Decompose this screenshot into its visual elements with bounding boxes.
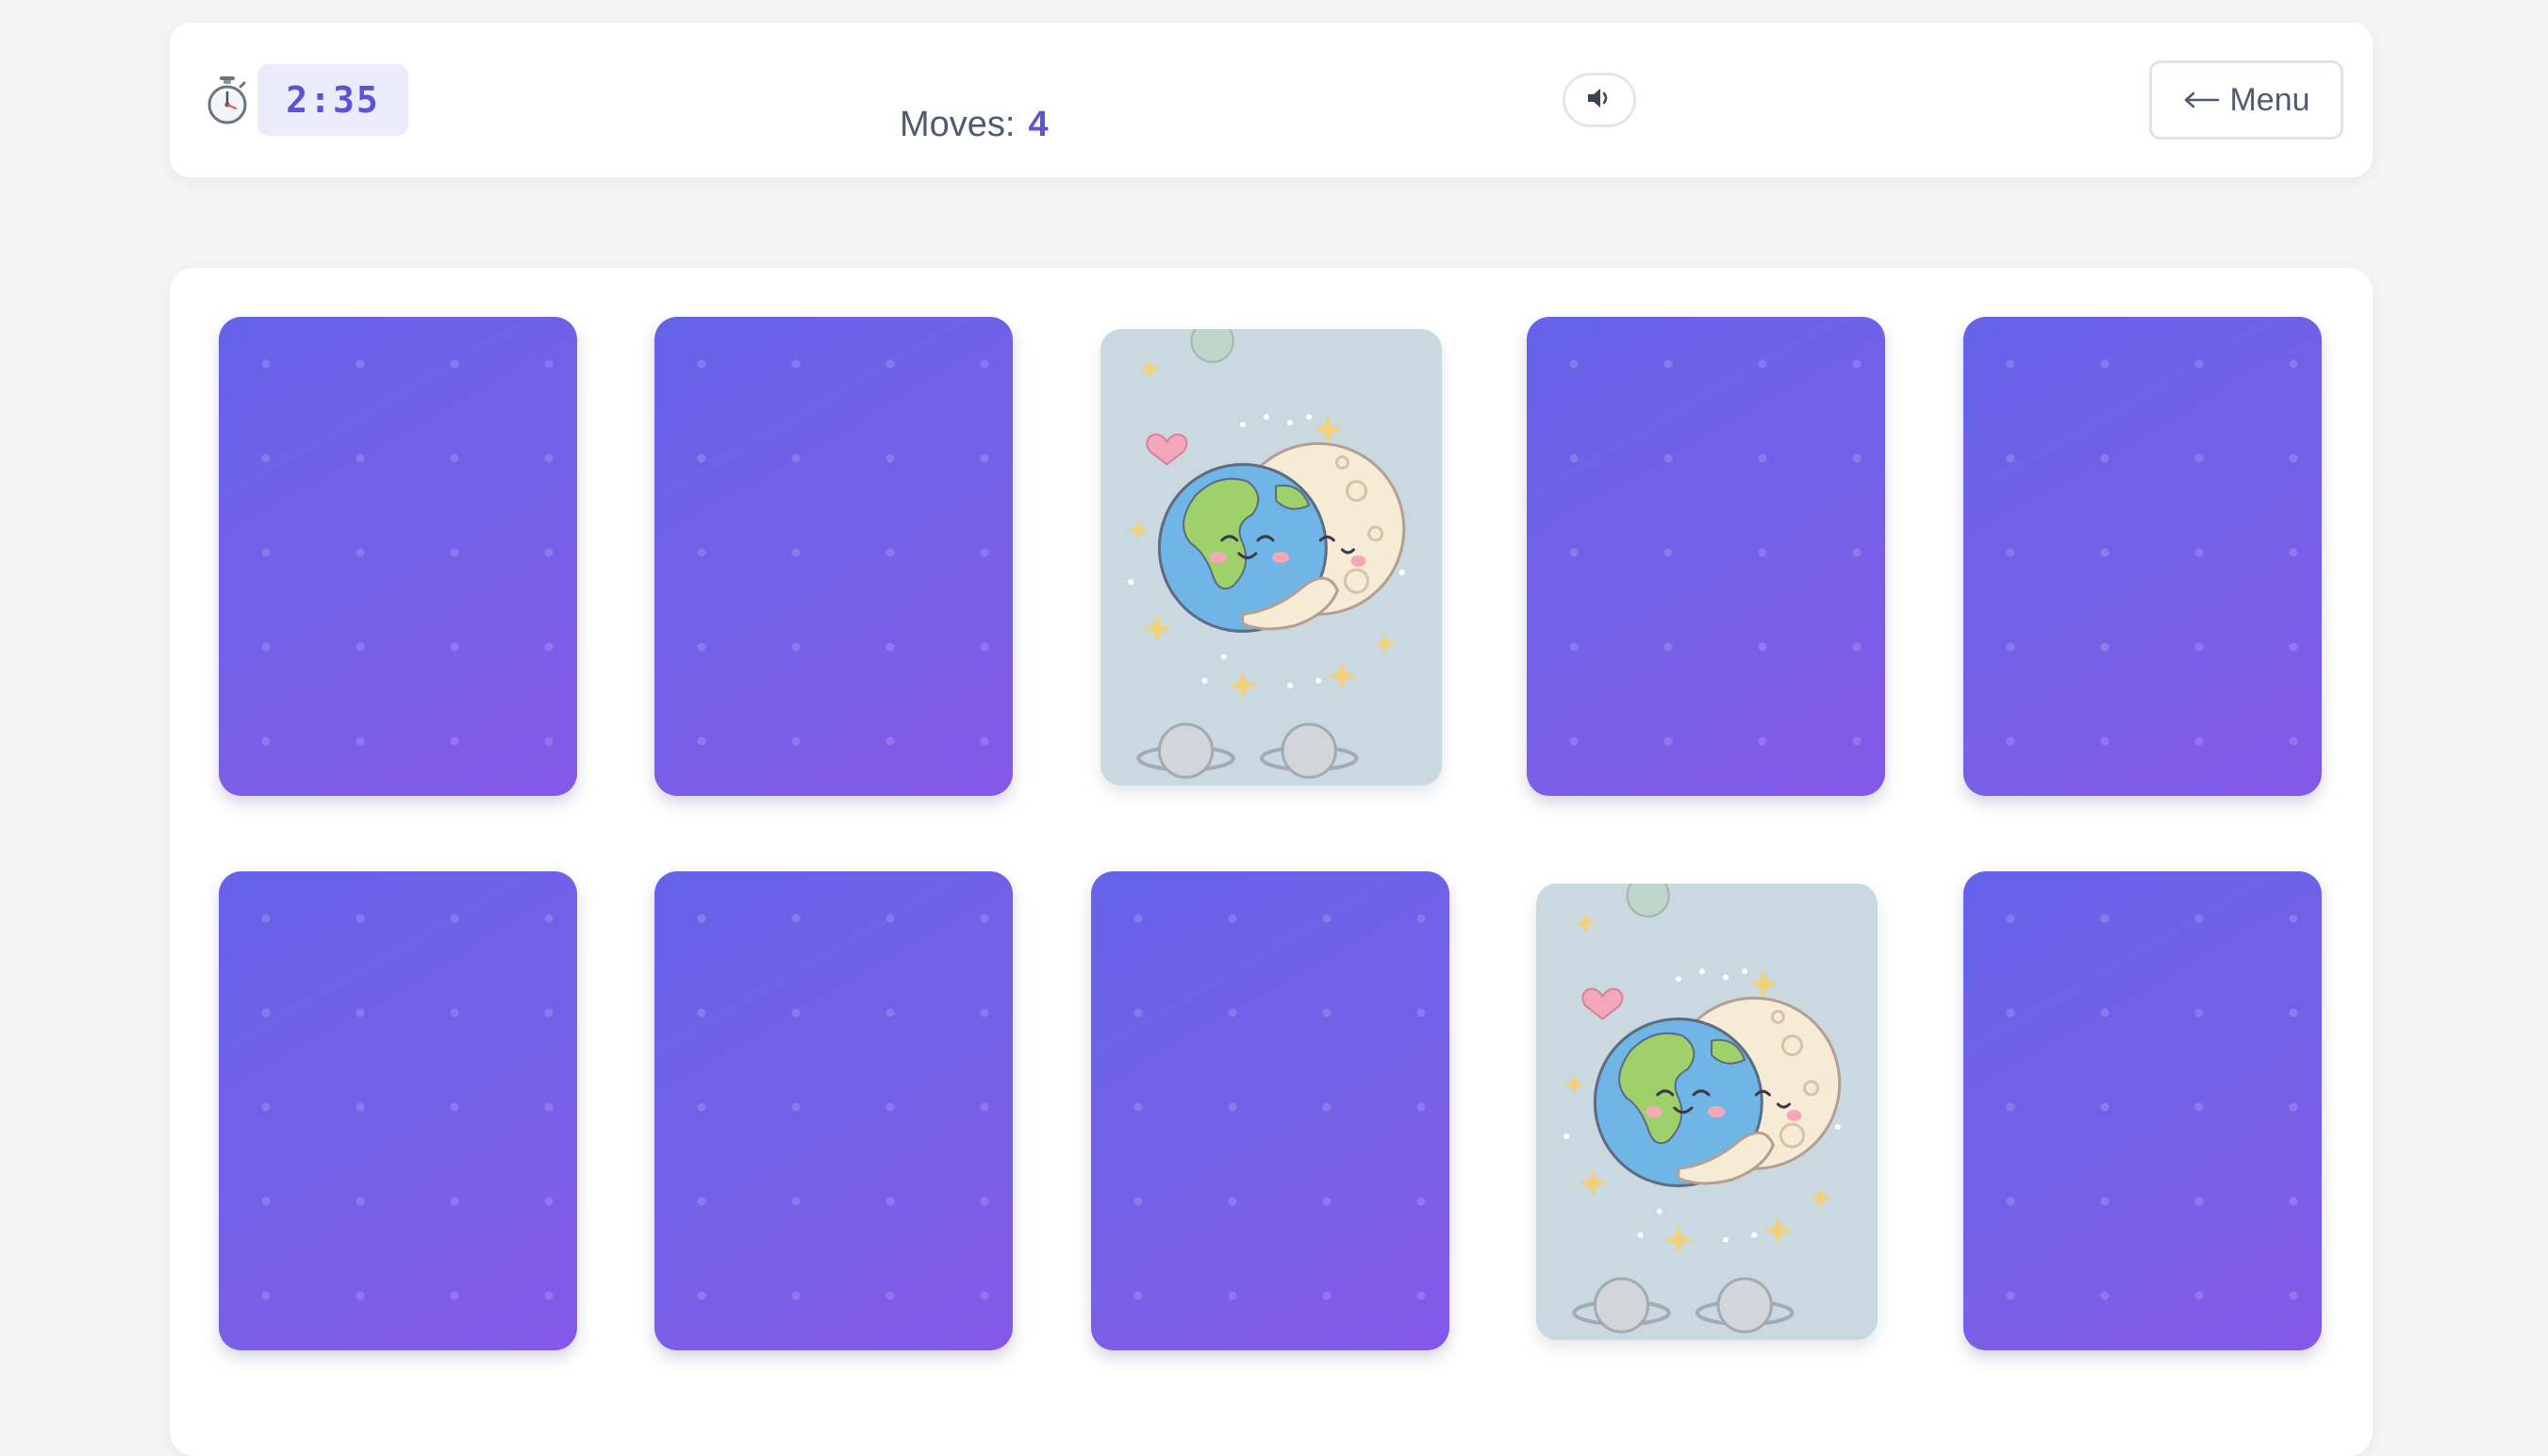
card-face-down[interactable] [1963,317,2322,796]
earth-moon-hug-image [1536,884,1878,1340]
menu-button[interactable]: Menu [2149,60,2343,140]
arrow-left-icon [2182,82,2220,119]
game-board [170,268,2373,1456]
card-face-down[interactable] [1527,317,1885,796]
timer-display: 2:35 [257,64,408,136]
card-face-down[interactable] [654,317,1013,796]
moves-label: Moves: [900,104,1016,144]
sound-toggle-button[interactable] [1563,73,1636,127]
stopwatch-icon [202,75,253,126]
card-face-down[interactable] [219,871,577,1350]
card-face-down[interactable] [1963,871,2322,1350]
speaker-muted-icon [1585,86,1613,115]
earth-moon-hug-image [1100,329,1442,786]
menu-label: Menu [2229,81,2310,118]
card-face-up[interactable] [1536,884,1878,1340]
card-face-down[interactable] [1091,871,1449,1350]
card-face-down[interactable] [219,317,577,796]
card-face-up[interactable] [1100,329,1442,786]
moves-value: 4 [1028,104,1049,144]
game-header: 2:35 Moves: 4 Menu [170,23,2373,177]
card-face-down[interactable] [654,871,1013,1350]
moves-counter: Moves: 4 [900,96,1049,153]
